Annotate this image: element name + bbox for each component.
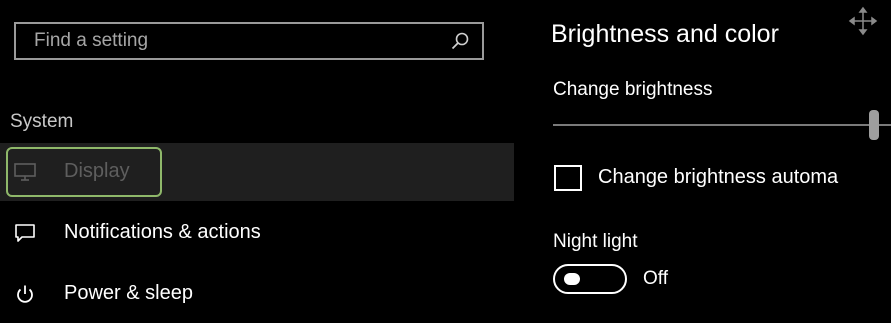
settings-window: System Display Notifications & actions P… [0, 0, 891, 310]
auto-brightness-label[interactable]: Change brightness automa [598, 166, 838, 189]
slider-thumb[interactable] [869, 110, 880, 140]
nav-item-label: Notifications & actions [64, 221, 261, 243]
search-box[interactable] [14, 22, 484, 60]
nav-item-power-sleep[interactable]: Power & sleep [0, 265, 514, 323]
night-light-state: Off [643, 268, 668, 289]
power-icon [17, 285, 33, 303]
search-icon[interactable] [450, 31, 470, 51]
brightness-slider[interactable] [553, 110, 891, 140]
message-icon [15, 224, 35, 242]
night-light-label: Night light [553, 231, 638, 252]
auto-brightness-checkbox[interactable] [554, 165, 582, 191]
move-icon[interactable] [848, 6, 878, 36]
slider-fill [553, 124, 875, 126]
page-title: Brightness and color [551, 20, 779, 48]
night-light-toggle[interactable] [553, 264, 627, 294]
nav-item-display[interactable]: Display [0, 143, 514, 201]
search-input[interactable] [16, 24, 454, 58]
focus-ring [6, 147, 162, 197]
toggle-knob [564, 273, 580, 285]
content-pane: Brightness and color Change brightness C… [514, 0, 891, 310]
section-heading-system: System [10, 111, 74, 132]
nav-item-label: Power & sleep [64, 282, 193, 304]
brightness-label: Change brightness [553, 79, 713, 100]
nav-item-notifications[interactable]: Notifications & actions [0, 204, 514, 262]
navigation-pane: System Display Notifications & actions P… [0, 0, 514, 310]
